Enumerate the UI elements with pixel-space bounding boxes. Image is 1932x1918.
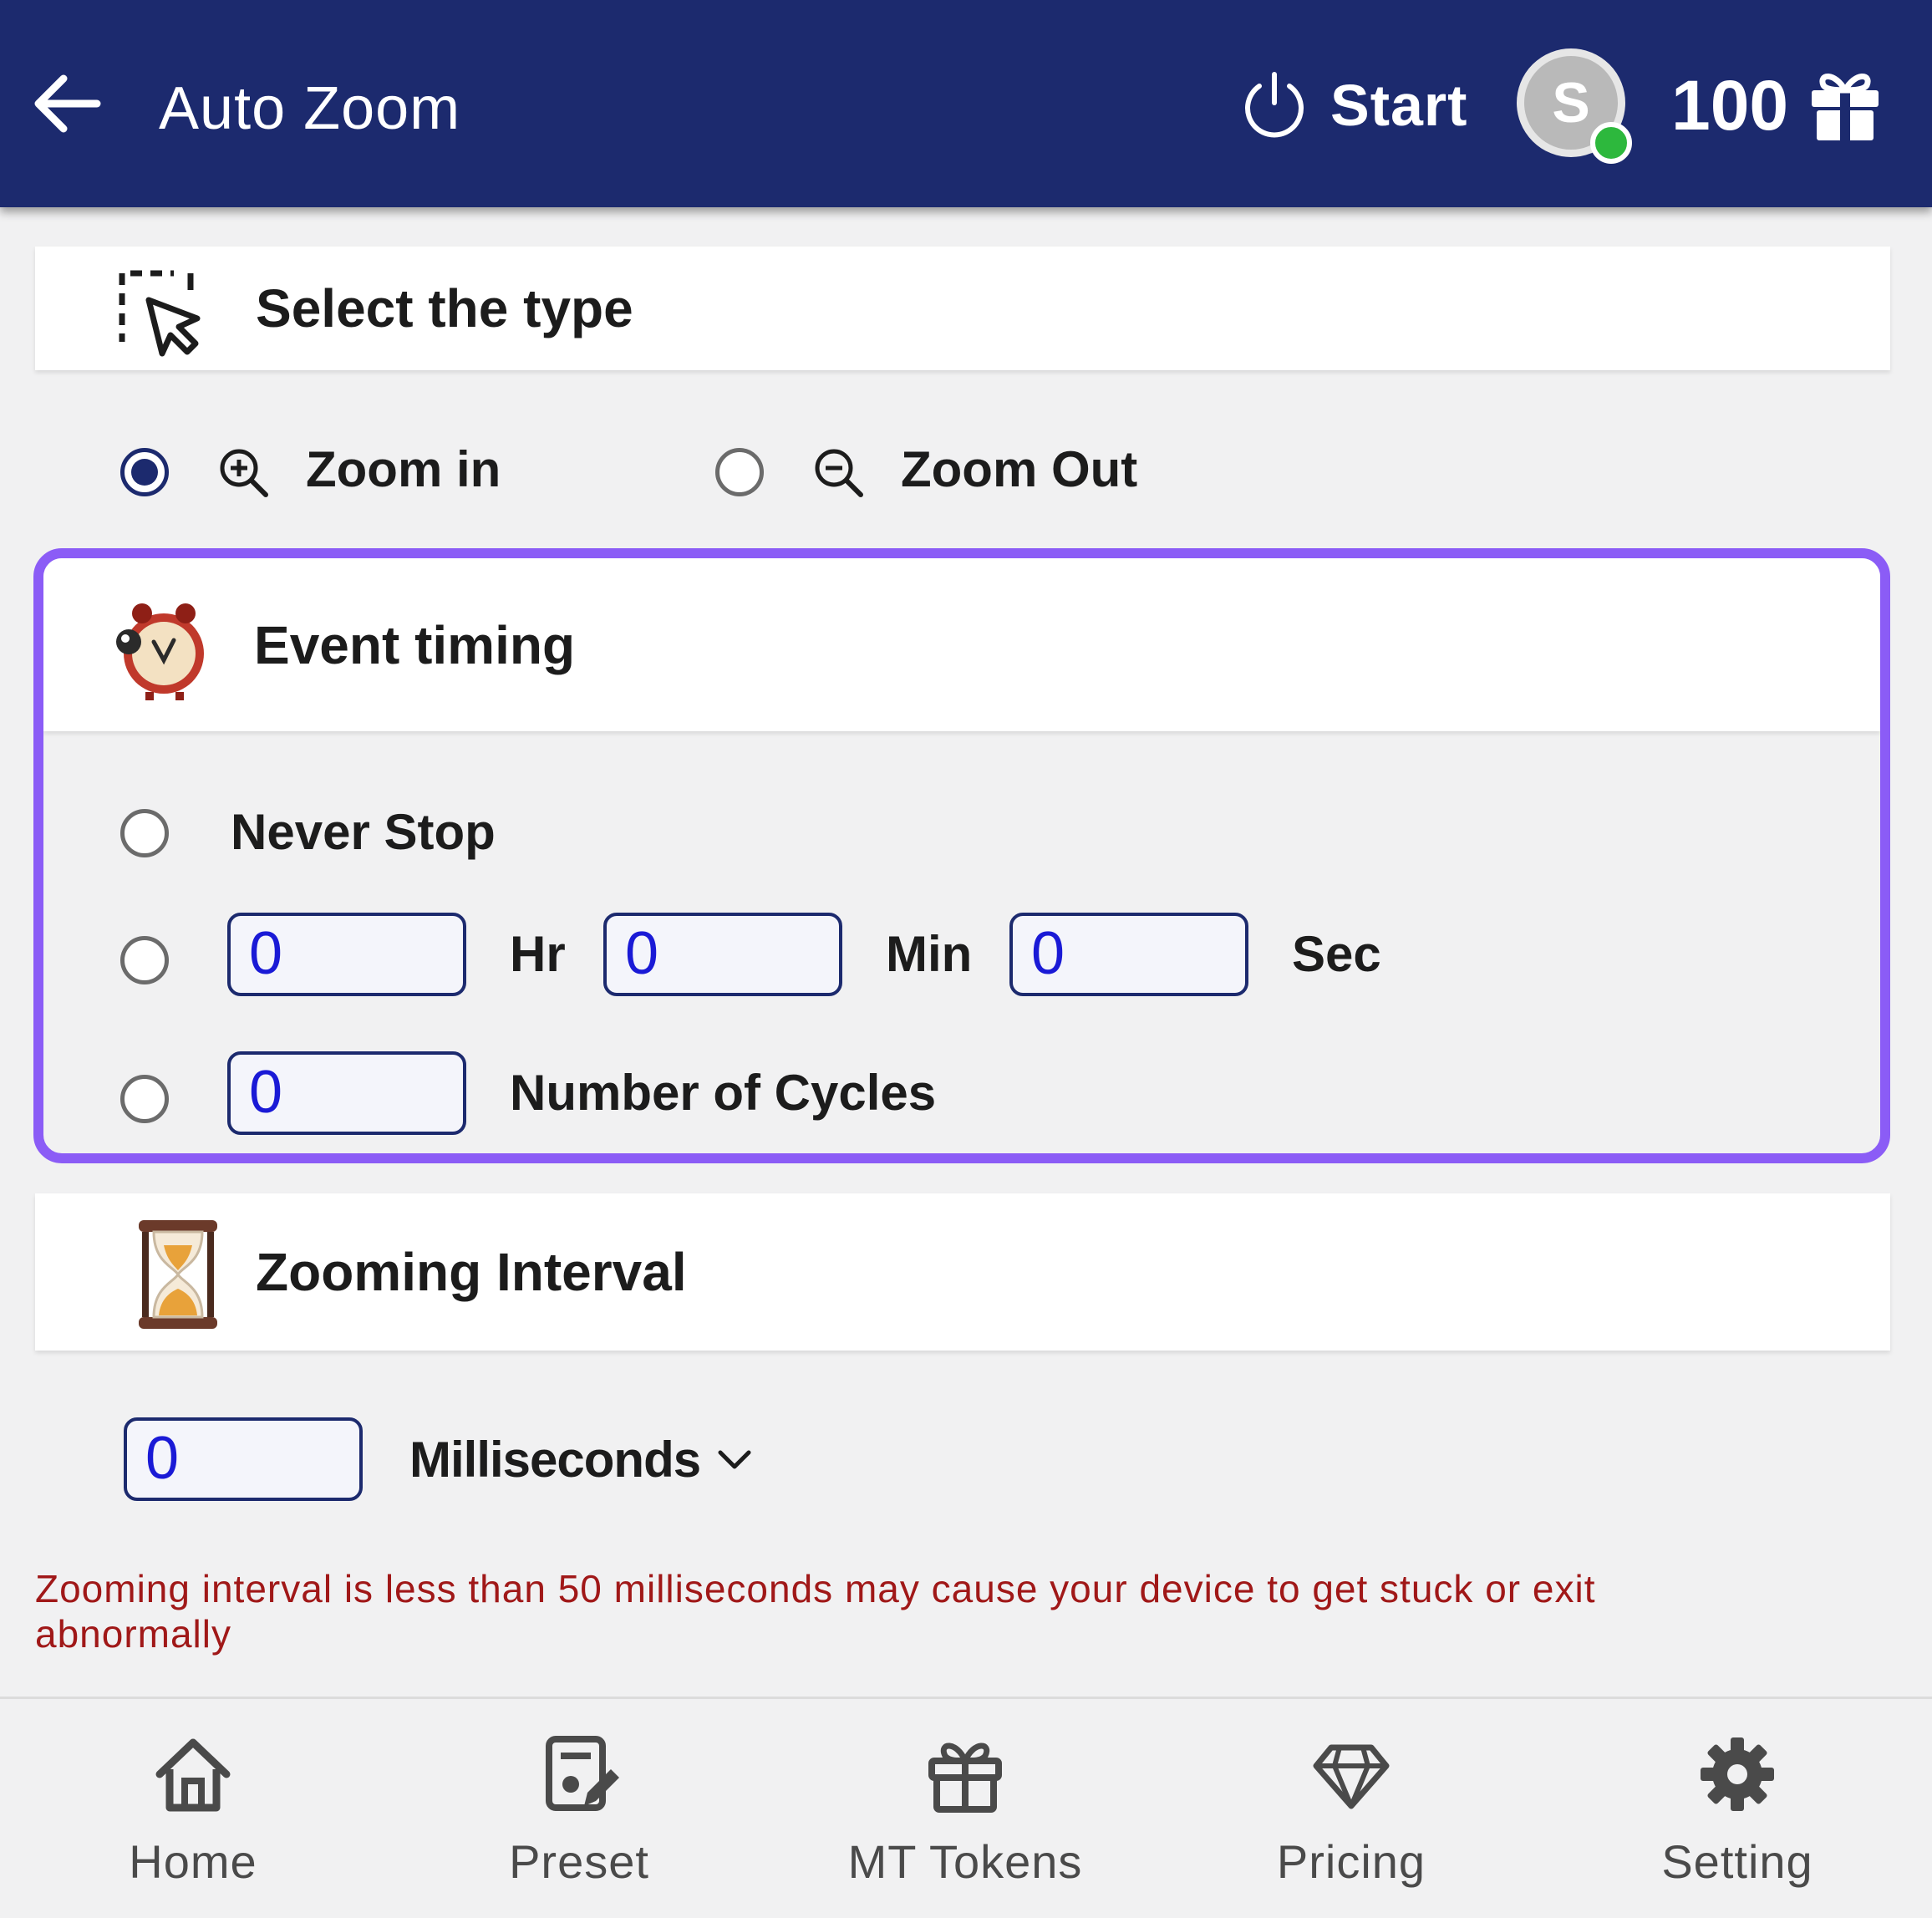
zoom-in-radio[interactable] [120,448,169,496]
interval-unit-dropdown[interactable]: Milliseconds [409,1431,755,1488]
zooming-interval-header: Zooming Interval [35,1193,1890,1351]
nav-item-preset[interactable]: Preset [386,1699,772,1918]
never-stop-label[interactable]: Never Stop [231,801,496,864]
nav-item-mt-tokens[interactable]: MT Tokens [772,1699,1158,1918]
nav-item-home[interactable]: Home [0,1699,386,1918]
gear-icon [1701,1737,1774,1811]
seconds-unit-label: Sec [1292,926,1381,982]
event-timing-header: Event timing [43,558,1880,731]
select-type-title: Select the type [256,278,633,338]
token-count: 100 [1671,66,1789,145]
nav-item-pricing[interactable]: Pricing [1158,1699,1544,1918]
gift-icon[interactable] [1805,65,1885,145]
start-label: Start [1330,73,1468,138]
nav-item-setting[interactable]: Setting [1544,1699,1930,1918]
interval-warning: Zooming interval is less than 50 millise… [35,1567,1596,1656]
chevron-down-icon [718,1450,751,1468]
hours-unit-label: Hr [510,926,566,982]
hours-input[interactable]: 0 [227,913,466,996]
nav-label-setting: Setting [1661,1835,1813,1888]
cycles-radio[interactable] [120,1075,169,1123]
event-timing-title: Event timing [254,615,576,675]
hourglass-icon [139,1220,217,1329]
zoom-out-icon [815,449,863,497]
zoom-in-label[interactable]: Zoom in [306,438,501,501]
preset-icon [546,1736,619,1811]
interval-input[interactable]: 0 [124,1417,363,1501]
gift-icon [928,1742,1002,1813]
bottom-navigation: Home Preset MT Tokens Pricing Setting [0,1697,1932,1915]
nav-label-mt-tokens: MT Tokens [847,1835,1083,1888]
nav-label-home: Home [129,1835,257,1888]
power-icon [1245,72,1304,138]
nav-label-preset: Preset [509,1835,649,1888]
page-title: Auto Zoom [159,75,461,142]
zoom-out-label[interactable]: Zoom Out [901,438,1137,501]
minutes-unit-label: Min [886,926,973,982]
seconds-input[interactable]: 0 [1009,913,1248,996]
event-timing-section: Event timing Never Stop 0 Hr 0 Min 0 Sec… [33,548,1890,1163]
app-header: Auto Zoom Start S 100 [0,0,1932,207]
select-type-header: Select the type [35,247,1890,370]
never-stop-radio[interactable] [120,809,169,857]
back-arrow-icon[interactable] [30,62,105,145]
minutes-input[interactable]: 0 [603,913,842,996]
online-status-dot [1590,122,1632,164]
interval-unit-label: Milliseconds [409,1432,701,1488]
diamond-icon [1313,1744,1390,1809]
start-button[interactable]: Start [1237,62,1467,149]
duration-radio[interactable] [120,936,169,984]
zoom-in-icon [220,449,268,497]
home-icon [155,1738,231,1812]
selection-cursor-icon [119,270,201,357]
zoom-out-radio[interactable] [715,448,764,496]
alarm-clock-icon [116,603,204,700]
zooming-interval-title: Zooming Interval [256,1242,687,1302]
cycles-label: Number of Cycles [510,1065,937,1121]
cycles-input[interactable]: 0 [227,1051,466,1135]
nav-label-pricing: Pricing [1276,1835,1426,1888]
